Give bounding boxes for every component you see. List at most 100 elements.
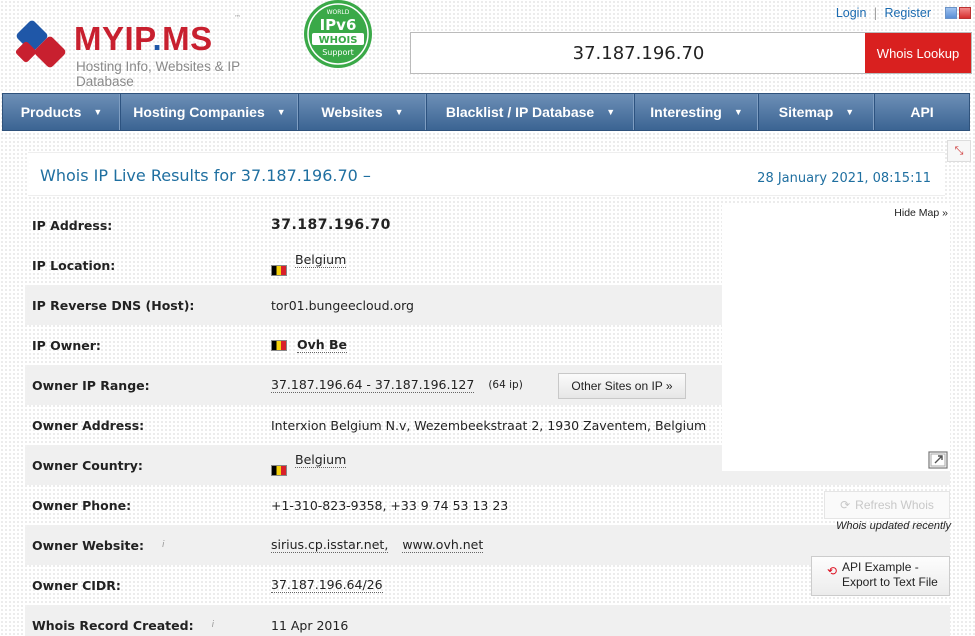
api-line1: API Example - <box>842 560 919 574</box>
chevron-down-icon: ▼ <box>276 107 286 117</box>
row-value: Ovh Be <box>271 325 348 365</box>
row-label-text: Whois Record Created: <box>32 617 194 633</box>
api-line2: Export to Text File <box>842 575 938 589</box>
badge-support-text: Support <box>322 48 354 57</box>
nav-label: Blacklist / IP Database <box>445 104 595 120</box>
row-label-text: Owner Website: <box>32 537 145 553</box>
nav-label: Products <box>20 104 82 120</box>
row-label: Owner Country: <box>32 457 143 473</box>
results-title-bar: Whois IP Live Results for 37.187.196.70 … <box>28 152 945 196</box>
belgium-flag-icon <box>271 264 287 276</box>
chevron-down-icon: ▼ <box>606 107 616 117</box>
hide-map-link[interactable]: Hide Map » <box>894 207 948 219</box>
nav-label: API <box>910 104 934 120</box>
nav-label: Interesting <box>650 104 722 120</box>
ip-search-input[interactable] <box>411 33 866 73</box>
row-label: Owner Phone: <box>32 497 132 513</box>
country-link[interactable]: Belgium <box>295 452 347 468</box>
badge-top-text: WORLD <box>327 9 350 16</box>
cidr-link[interactable]: 37.187.196.64/26 <box>271 577 383 593</box>
ip-count: (64 ip) <box>488 379 523 391</box>
nav-interesting[interactable]: Interesting ▼ <box>635 94 759 130</box>
row-value: Belgium <box>271 245 347 285</box>
chevron-down-icon: ▼ <box>394 107 404 117</box>
row-label: Whois Record Created: i <box>32 605 214 636</box>
nav-hosting-companies[interactable]: Hosting Companies ▼ <box>121 94 299 130</box>
badge-ipv6-text: IPv6 <box>320 16 357 34</box>
nav-label: Websites <box>321 104 383 120</box>
table-row: Owner Phone: +1-310-823-9358, +33 9 74 5… <box>25 485 950 525</box>
logo-text-dot: . <box>152 20 163 57</box>
info-icon[interactable]: i <box>162 540 165 550</box>
site-logo[interactable]: MYIP.MS ™ Hosting Info, Websites & IP Da… <box>12 12 292 89</box>
page: MYIP.MS ™ Hosting Info, Websites & IP Da… <box>0 0 975 636</box>
nav-products[interactable]: Products ▼ <box>3 94 121 130</box>
logo-tagline: Hosting Info, Websites & IP Database <box>76 59 240 89</box>
nav-websites[interactable]: Websites ▼ <box>299 94 427 130</box>
results-title: Whois IP Live Results for 37.187.196.70 … <box>40 166 371 185</box>
register-link[interactable]: Register <box>884 6 931 20</box>
chevron-down-icon: ▼ <box>845 107 855 117</box>
nav-blacklist[interactable]: Blacklist / IP Database ▼ <box>427 94 635 130</box>
results-date: 28 January 2021, 08:15:11 <box>757 171 931 186</box>
refresh-label: Refresh Whois <box>855 498 934 512</box>
location-link[interactable]: Belgium <box>295 252 347 268</box>
row-label: Owner CIDR: <box>32 577 121 593</box>
top-links: Login | Register <box>836 4 975 22</box>
map-panel[interactable]: Hide Map » <box>722 205 950 471</box>
row-label: IP Owner: <box>32 337 101 353</box>
row-label: IP Reverse DNS (Host): <box>32 297 195 313</box>
nav-label: Hosting Companies <box>133 104 265 120</box>
row-value: +1-310-823-9358, +33 9 74 53 13 23 <box>271 497 509 513</box>
logo-diamond-icon <box>15 20 66 68</box>
popout-icon[interactable] <box>928 451 948 469</box>
row-value: 37.187.196.64 - 37.187.196.127 (64 ip) <box>271 365 523 405</box>
row-value: 37.187.196.70 <box>271 217 391 233</box>
website-link[interactable]: sirius.cp.isstar.net, <box>271 537 389 553</box>
info-icon[interactable]: i <box>212 620 215 630</box>
website-link[interactable]: www.ovh.net <box>402 537 484 553</box>
row-value: Interxion Belgium N.v, Wezembeekstraat 2… <box>271 417 707 433</box>
table-row: Whois Record Created: i 11 Apr 2016 <box>25 605 950 636</box>
api-sync-icon: ⟲ <box>827 564 838 578</box>
fullscreen-icon[interactable]: ⤡ <box>947 140 971 162</box>
logo-trademark: ™ <box>234 14 241 22</box>
row-value: tor01.bungeecloud.org <box>271 297 414 313</box>
row-label: Owner IP Range: <box>32 377 150 393</box>
api-export-button[interactable]: ⟲ API Example - Export to Text File <box>811 556 950 596</box>
row-value: Belgium <box>271 445 347 485</box>
chevron-down-icon: ▼ <box>733 107 743 117</box>
logo-text: MYIP.MS <box>74 20 213 58</box>
logo-text-suffix: MS <box>162 20 213 57</box>
whois-updated-note: Whois updated recently <box>836 520 951 532</box>
nav-sitemap[interactable]: Sitemap ▼ <box>759 94 875 130</box>
row-value: sirius.cp.isstar.net, www.ovh.net <box>271 525 484 565</box>
theme-blue-icon[interactable] <box>945 7 957 19</box>
nav-api[interactable]: API <box>875 94 969 130</box>
logo-text-main: MYIP <box>74 20 153 57</box>
row-value: 37.187.196.64/26 <box>271 565 383 605</box>
ipv6-whois-badge-icon[interactable]: WORLD IPv6 WHOIS Support <box>298 0 378 72</box>
row-label: IP Location: <box>32 257 116 273</box>
belgium-flag-icon <box>271 339 287 351</box>
row-label: Owner Address: <box>32 417 145 433</box>
row-label: Owner Website: i <box>32 525 165 565</box>
link-separator: | <box>873 6 878 20</box>
refresh-icon: ⟳ <box>840 498 851 512</box>
refresh-whois-button[interactable]: ⟳ Refresh Whois <box>824 491 950 519</box>
other-sites-button[interactable]: Other Sites on IP » <box>558 373 686 399</box>
owner-link[interactable]: Ovh Be <box>297 337 348 353</box>
row-value: 11 Apr 2016 <box>271 617 349 633</box>
whois-search-box: Whois Lookup <box>410 32 972 74</box>
header: MYIP.MS ™ Hosting Info, Websites & IP Da… <box>0 0 975 92</box>
theme-red-icon[interactable] <box>959 7 971 19</box>
whois-lookup-button[interactable]: Whois Lookup <box>865 33 971 73</box>
row-label: IP Address: <box>32 217 113 233</box>
badge-whois-text: WHOIS <box>319 35 358 46</box>
belgium-flag-icon <box>271 464 287 476</box>
main-nav: Products ▼ Hosting Companies ▼ Websites ▼ B… <box>2 93 970 131</box>
login-link[interactable]: Login <box>836 6 867 20</box>
nav-label: Sitemap <box>778 104 834 120</box>
ip-range-link[interactable]: 37.187.196.64 - 37.187.196.127 <box>271 377 475 393</box>
chevron-down-icon: ▼ <box>93 107 103 117</box>
